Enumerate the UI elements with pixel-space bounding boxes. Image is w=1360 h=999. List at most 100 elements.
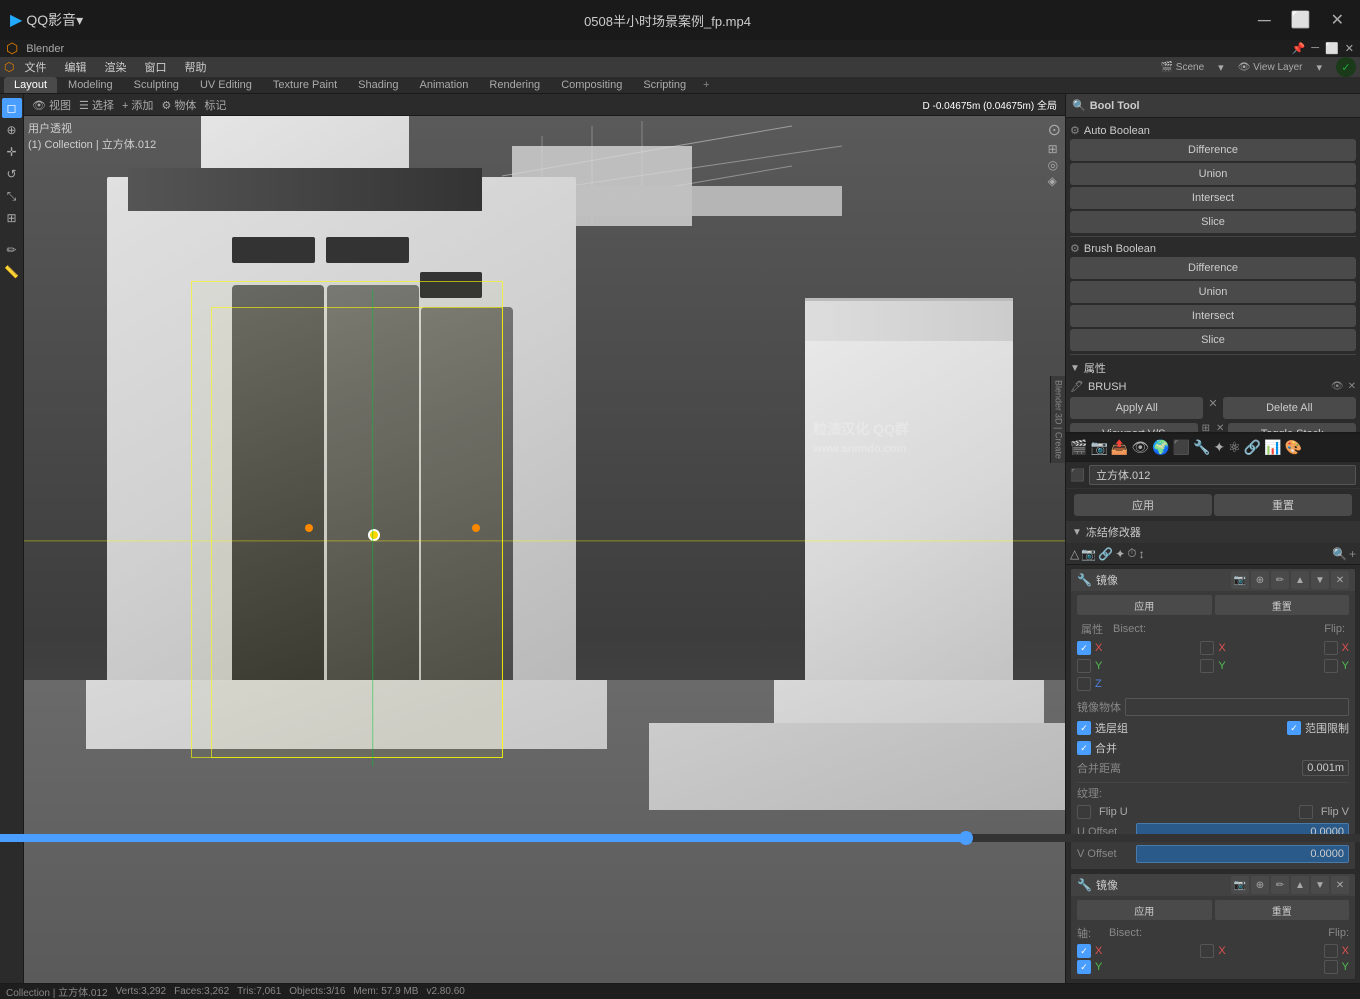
menu-render[interactable]: 渲染: [96, 57, 134, 77]
tab-sculpting[interactable]: Sculpting: [124, 77, 189, 93]
apply-all-btn[interactable]: Apply All: [1070, 397, 1203, 419]
video-progress-thumb[interactable]: [959, 831, 973, 845]
slice-btn[interactable]: Slice: [1070, 211, 1356, 233]
scale-tool-btn[interactable]: ⤡: [2, 186, 22, 206]
second-y-check[interactable]: ✓: [1077, 960, 1091, 974]
viewport-view-menu[interactable]: 👁 视图: [32, 97, 71, 113]
viewport[interactable]: 👁 视图 ☰ 选择 + 添加 ⚙ 物体 标记 D -0.04675m (0.04…: [24, 94, 1065, 983]
tab-scripting[interactable]: Scripting: [633, 77, 696, 93]
difference-btn[interactable]: Difference: [1070, 139, 1356, 161]
object-name-field[interactable]: 立方体.012: [1089, 465, 1356, 485]
second-mod-camera-btn[interactable]: 📷: [1231, 876, 1249, 894]
z-axis-check[interactable]: [1077, 677, 1091, 691]
second-mod-x-btn[interactable]: ✕: [1331, 876, 1349, 894]
mirror-camera-btn[interactable]: 📷: [1231, 571, 1249, 589]
mirror-apply-btn[interactable]: 应用: [1077, 595, 1212, 615]
mod-clock-icon[interactable]: ⏱: [1127, 546, 1136, 561]
mod-add-icon[interactable]: +: [1349, 547, 1356, 561]
x-bisect-check[interactable]: [1200, 641, 1214, 655]
tab-shading[interactable]: Shading: [348, 77, 408, 93]
viewport-mark-label[interactable]: 标记: [204, 97, 226, 113]
y-bisect-check[interactable]: [1200, 659, 1214, 673]
annotate-tool-btn[interactable]: ✏: [2, 240, 22, 260]
prop-scene-icon[interactable]: 🎬: [1070, 439, 1087, 456]
second-mod-apply-btn[interactable]: 应用: [1077, 900, 1212, 920]
tab-rendering[interactable]: Rendering: [479, 77, 550, 93]
tab-uv-editing[interactable]: UV Editing: [190, 77, 262, 93]
mirror-move-down-btn[interactable]: ▼: [1311, 571, 1329, 589]
viewport-x-icon[interactable]: ✕: [1214, 423, 1226, 434]
brush-x-icon[interactable]: ✕: [1348, 381, 1356, 392]
second-bx-check[interactable]: [1200, 944, 1214, 958]
viewport-object-menu[interactable]: ⚙ 物体: [161, 97, 196, 113]
view-layer-selector[interactable]: 👁 View Layer: [1230, 60, 1311, 75]
second-mod-down-btn[interactable]: ▼: [1311, 876, 1329, 894]
prop-view-icon[interactable]: 👁: [1131, 439, 1149, 456]
viewport-perspective-btn[interactable]: ⊙: [1048, 120, 1061, 140]
select-tool-btn[interactable]: ◻: [2, 98, 22, 118]
mirror-reset-btn[interactable]: 重置: [1215, 595, 1350, 615]
x-flip-check[interactable]: [1324, 641, 1338, 655]
prop-render-icon[interactable]: 📷: [1090, 439, 1107, 456]
prop-physics-icon[interactable]: ⚛: [1228, 439, 1241, 456]
second-x-check[interactable]: ✓: [1077, 944, 1091, 958]
viewport-overlay-btn[interactable]: ◎: [1048, 158, 1061, 172]
brush-eye-icon[interactable]: 👁: [1331, 381, 1344, 392]
blender-max-btn[interactable]: ⬜: [1325, 42, 1339, 55]
flip-v-check[interactable]: [1299, 805, 1313, 819]
prop-constraints-icon[interactable]: 🔗: [1244, 439, 1261, 456]
flip-u-check[interactable]: [1077, 805, 1091, 819]
tab-animation[interactable]: Animation: [410, 77, 479, 93]
rotate-tool-btn[interactable]: ↺: [2, 164, 22, 184]
y-axis-check[interactable]: [1077, 659, 1091, 673]
mod-particles-icon[interactable]: ✦: [1115, 547, 1125, 561]
selection-check[interactable]: ✓: [1077, 721, 1091, 735]
apply-x-icon[interactable]: ✕: [1205, 397, 1220, 421]
menu-help[interactable]: 帮助: [176, 57, 214, 77]
cursor-tool-btn[interactable]: ⊕: [2, 120, 22, 140]
viewport-xray-btn[interactable]: ◈: [1048, 174, 1061, 188]
mirror-edit-btn[interactable]: ✏: [1271, 571, 1289, 589]
viewport-content[interactable]: 粒渣汉化 QQ群www.animdo.com 用户透视 (1) Collecti…: [24, 116, 1065, 983]
prop-modifier-icon[interactable]: 🔧: [1193, 439, 1210, 456]
mod-mesh-icon[interactable]: △: [1070, 547, 1079, 561]
viewport-add-menu[interactable]: + 添加: [122, 97, 153, 113]
mirror-render-btn[interactable]: ⊕: [1251, 571, 1269, 589]
blender-min-btn[interactable]: ─: [1311, 42, 1319, 55]
move-tool-btn[interactable]: ✛: [2, 142, 22, 162]
tab-compositing[interactable]: Compositing: [551, 77, 632, 93]
menu-edit[interactable]: 编辑: [56, 57, 94, 77]
mod-search-icon[interactable]: 🔍: [1332, 547, 1347, 561]
mod-chain-icon[interactable]: 🔗: [1098, 547, 1113, 561]
blender-close-btn[interactable]: ✕: [1345, 42, 1354, 55]
qq-logo[interactable]: ▶ QQ影音▾: [10, 10, 83, 30]
prop-material-icon[interactable]: 🎨: [1285, 439, 1302, 456]
prop-object-icon[interactable]: ⬛: [1173, 439, 1190, 456]
prop-data-icon[interactable]: 📊: [1264, 439, 1281, 456]
brush-difference-btn[interactable]: Difference: [1070, 257, 1356, 279]
second-fx-check[interactable]: [1324, 944, 1338, 958]
mirror-move-up-btn[interactable]: ▲: [1291, 571, 1309, 589]
brush-slice-btn[interactable]: Slice: [1070, 329, 1356, 351]
range-limit-check[interactable]: ✓: [1287, 721, 1301, 735]
merge-check[interactable]: ✓: [1077, 741, 1091, 755]
tab-add-btn[interactable]: +: [697, 77, 715, 93]
mod-arrow-icon[interactable]: ↕: [1139, 547, 1145, 561]
tab-modeling[interactable]: Modeling: [58, 77, 123, 93]
tab-layout[interactable]: Layout: [4, 77, 57, 93]
menu-window[interactable]: 窗口: [136, 57, 174, 77]
reset-btn-main[interactable]: 重置: [1214, 494, 1352, 516]
transform-tool-btn[interactable]: ⊞: [2, 208, 22, 228]
os-maximize-btn[interactable]: ⬜: [1285, 10, 1317, 31]
video-progress-bar[interactable]: [0, 834, 1360, 842]
blender-pin-icon[interactable]: 📌: [1292, 42, 1306, 55]
mirror-x-btn[interactable]: ✕: [1331, 571, 1349, 589]
toggle-stack-btn[interactable]: Toggle Stack: [1228, 423, 1356, 434]
mod-active-icon[interactable]: 📷: [1081, 547, 1096, 561]
apply-btn-main[interactable]: 应用: [1074, 494, 1212, 516]
second-mod-up-btn[interactable]: ▲: [1291, 876, 1309, 894]
second-mod-render-btn[interactable]: ⊕: [1251, 876, 1269, 894]
viewport-grid-btn[interactable]: ⊞: [1048, 142, 1061, 156]
delete-all-btn[interactable]: Delete All: [1223, 397, 1356, 419]
transform-gizmo[interactable]: [368, 529, 380, 541]
